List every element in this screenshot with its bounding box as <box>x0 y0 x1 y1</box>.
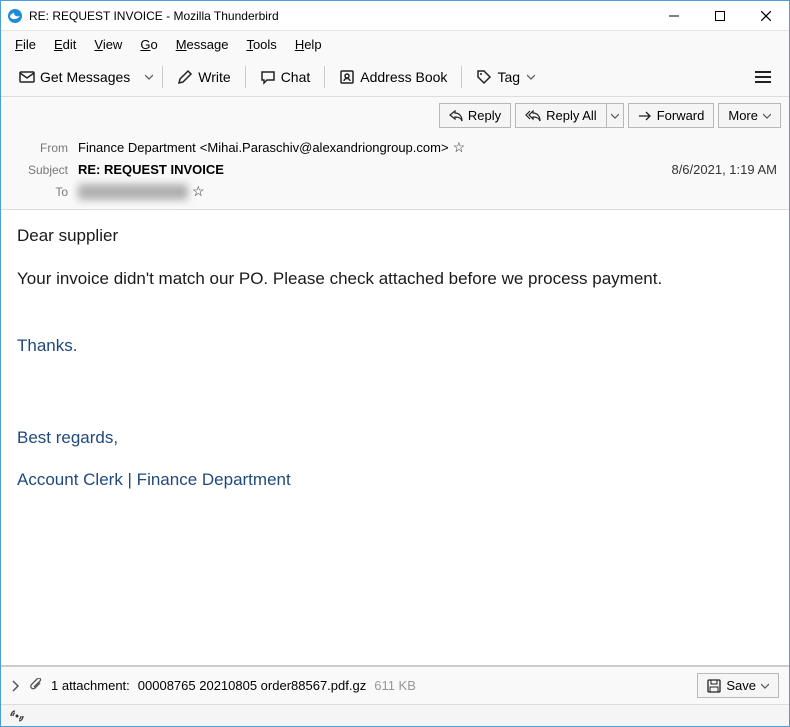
from-name: Finance Department <box>78 140 196 155</box>
subject-value: RE: REQUEST INVOICE <box>78 162 671 177</box>
menu-go[interactable]: Go <box>132 35 165 54</box>
chat-button[interactable]: Chat <box>250 63 321 91</box>
hamburger-icon <box>755 70 771 84</box>
to-value-redacted <box>78 184 188 200</box>
tag-button[interactable]: Tag <box>466 63 545 91</box>
toolbar: Get Messages Write Chat Address Book Tag <box>1 57 789 97</box>
reply-all-dropdown[interactable] <box>606 103 624 128</box>
titlebar: RE: REQUEST INVOICE - Mozilla Thunderbir… <box>1 1 789 31</box>
addressbook-button[interactable]: Address Book <box>329 63 457 91</box>
body-greeting: Dear supplier <box>17 224 773 249</box>
statusbar <box>1 704 789 726</box>
window-title: RE: REQUEST INVOICE - Mozilla Thunderbir… <box>29 9 651 23</box>
message-date: 8/6/2021, 1:19 AM <box>671 162 777 177</box>
forward-icon <box>638 111 652 121</box>
attachment-filename[interactable]: 00008765 20210805 order88567.pdf.gz <box>138 678 366 693</box>
star-contact-from[interactable]: ☆ <box>453 139 466 156</box>
from-email: <Mihai.Paraschiv@alexandriongroup.com> <box>200 140 449 155</box>
menu-file[interactable]: File <box>7 35 44 54</box>
thunderbird-icon <box>7 8 23 24</box>
addressbook-icon <box>339 69 355 85</box>
menu-view[interactable]: View <box>86 35 130 54</box>
menu-message[interactable]: Message <box>168 35 237 54</box>
tag-icon <box>476 69 492 85</box>
message-headers: From Finance Department <Mihai.Paraschiv… <box>1 132 789 209</box>
get-messages-button[interactable]: Get Messages <box>9 63 140 91</box>
close-button[interactable] <box>743 1 789 31</box>
get-messages-dropdown[interactable] <box>140 68 158 86</box>
chevron-right-icon[interactable] <box>11 680 21 692</box>
from-label: From <box>13 141 68 155</box>
menu-edit[interactable]: Edit <box>46 35 84 54</box>
maximize-button[interactable] <box>697 1 743 31</box>
attachment-size: 611 KB <box>374 678 416 693</box>
hamburger-menu[interactable] <box>745 64 781 90</box>
star-contact-to[interactable]: ☆ <box>192 183 205 200</box>
reply-icon <box>449 110 463 122</box>
more-button[interactable]: More <box>718 103 781 128</box>
menu-help[interactable]: Help <box>287 35 330 54</box>
download-icon <box>19 69 35 85</box>
reply-button[interactable]: Reply <box>439 103 511 128</box>
paperclip-icon <box>29 678 43 694</box>
message-body: Dear supplier Your invoice didn't match … <box>1 209 789 665</box>
attachment-count: 1 attachment: <box>51 678 130 693</box>
save-attachment-button[interactable]: Save <box>697 673 779 698</box>
body-signature: Account Clerk | Finance Department <box>17 468 773 493</box>
message-actions: Reply Reply All Forward More <box>1 97 789 132</box>
save-icon <box>707 679 721 693</box>
menubar: File Edit View Go Message Tools Help <box>1 31 789 57</box>
reply-all-icon <box>525 110 541 122</box>
body-thanks: Thanks. <box>17 334 773 359</box>
pencil-icon <box>177 69 193 85</box>
activity-icon <box>9 709 25 723</box>
to-label: To <box>13 185 68 199</box>
chat-icon <box>260 69 276 85</box>
subject-label: Subject <box>13 163 68 177</box>
reply-all-button[interactable]: Reply All <box>515 103 606 128</box>
forward-button[interactable]: Forward <box>628 103 715 128</box>
write-button[interactable]: Write <box>167 63 240 91</box>
minimize-button[interactable] <box>651 1 697 31</box>
body-line1: Your invoice didn't match our PO. Please… <box>17 267 773 292</box>
body-regards: Best regards, <box>17 426 773 451</box>
attachment-bar: 1 attachment: 00008765 20210805 order885… <box>1 665 789 704</box>
menu-tools[interactable]: Tools <box>238 35 284 54</box>
